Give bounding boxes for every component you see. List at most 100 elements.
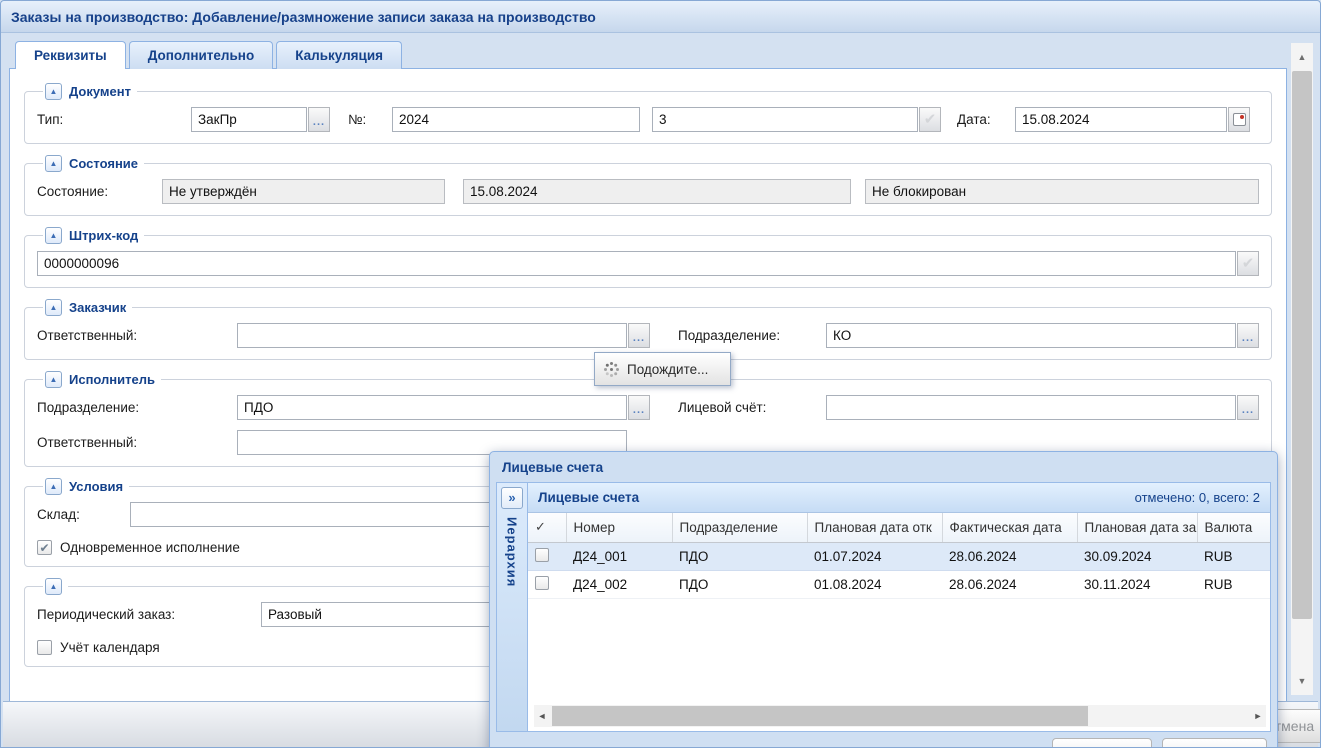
collapse-icon[interactable]: ▲ bbox=[45, 478, 62, 495]
triangle-up-icon: ▲ bbox=[50, 88, 58, 96]
cell-plan-open: 01.07.2024 bbox=[807, 542, 942, 570]
cell-division: ПДО bbox=[672, 570, 807, 598]
customer-responsible-label: Ответственный: bbox=[37, 328, 237, 343]
table-row[interactable]: Д24_002 ПДО 01.08.2024 28.06.2024 30.11.… bbox=[528, 570, 1270, 598]
horizontal-scroll-thumb[interactable] bbox=[552, 706, 1088, 726]
executor-account-input[interactable] bbox=[826, 395, 1236, 420]
cell-division: ПДО bbox=[672, 542, 807, 570]
popup-cancel-button[interactable]: ✖ Отмена bbox=[1162, 738, 1267, 748]
table-header-row: ✓ Номер Подразделение Плановая дата отк … bbox=[528, 513, 1270, 542]
check-icon: ✓ bbox=[535, 519, 546, 534]
doc-type-input[interactable] bbox=[191, 107, 307, 132]
chevron-right-icon: » bbox=[508, 490, 515, 505]
customer-division-lookup-button[interactable]: ... bbox=[1237, 323, 1259, 348]
column-division[interactable]: Подразделение bbox=[672, 513, 807, 542]
state-label: Состояние: bbox=[37, 184, 162, 199]
executor-account-lookup-button[interactable]: ... bbox=[1237, 395, 1259, 420]
group-barcode: ▲ Штрих-код ✔ bbox=[24, 227, 1272, 288]
horizontal-scrollbar[interactable]: ◄ ► bbox=[534, 705, 1266, 727]
state-date-field bbox=[463, 179, 851, 204]
warehouse-label: Склад: bbox=[37, 507, 130, 522]
group-title: Документ bbox=[69, 84, 131, 99]
accounts-window-titlebar: Лицевые счета bbox=[490, 452, 1277, 482]
scroll-left-icon[interactable]: ◄ bbox=[534, 705, 550, 727]
executor-account-label: Лицевой счёт: bbox=[678, 400, 826, 415]
group-title: Заказчик bbox=[69, 300, 126, 315]
doc-date-input[interactable] bbox=[1015, 107, 1227, 132]
cell-plan-open: 01.08.2024 bbox=[807, 570, 942, 598]
customer-responsible-input[interactable] bbox=[237, 323, 627, 348]
vertical-scrollbar[interactable]: ▲ ▼ bbox=[1291, 43, 1313, 695]
group-title: Состояние bbox=[69, 156, 138, 171]
tab-calculation[interactable]: Калькуляция bbox=[276, 41, 402, 69]
executor-division-input[interactable] bbox=[237, 395, 627, 420]
cell-number: Д24_001 bbox=[566, 542, 672, 570]
grid-titlebar: Лицевые счета отмечено: 0, всего: 2 bbox=[528, 483, 1270, 513]
group-document: ▲ Документ Тип: ... №: ✔ Дата: bbox=[24, 83, 1272, 144]
doc-type-lookup-button[interactable]: ... bbox=[308, 107, 330, 132]
accounts-window: Лицевые счета » Иерархия Лицевые счета о… bbox=[489, 451, 1278, 748]
row-checkbox[interactable] bbox=[535, 548, 549, 562]
doc-no-input[interactable] bbox=[392, 107, 640, 132]
column-currency[interactable]: Валюта bbox=[1197, 513, 1270, 542]
scroll-right-icon[interactable]: ► bbox=[1250, 705, 1266, 727]
column-fact-open[interactable]: Фактическая дата bbox=[942, 513, 1077, 542]
wait-text: Подождите... bbox=[627, 362, 708, 377]
accounts-table: ✓ Номер Подразделение Плановая дата отк … bbox=[528, 513, 1270, 599]
triangle-up-icon: ▲ bbox=[50, 483, 58, 491]
doc-no2-confirm-button[interactable]: ✔ bbox=[919, 107, 941, 132]
collapse-icon[interactable]: ▲ bbox=[45, 578, 62, 595]
simultaneous-checkbox[interactable] bbox=[37, 540, 52, 555]
customer-division-input[interactable] bbox=[826, 323, 1236, 348]
group-title: Штрих-код bbox=[69, 228, 138, 243]
collapse-icon[interactable]: ▲ bbox=[45, 227, 62, 244]
barcode-confirm-button[interactable]: ✔ bbox=[1237, 251, 1259, 276]
spinner-icon bbox=[603, 361, 619, 377]
doc-no2-input[interactable] bbox=[652, 107, 918, 132]
group-title: Исполнитель bbox=[69, 372, 155, 387]
accounts-window-body: » Иерархия Лицевые счета отмечено: 0, вс… bbox=[496, 482, 1271, 732]
column-check[interactable]: ✓ bbox=[528, 513, 566, 542]
state-lock-field bbox=[865, 179, 1259, 204]
ellipsis-icon: ... bbox=[1242, 333, 1254, 344]
row-checkbox[interactable] bbox=[535, 576, 549, 590]
group-customer-legend: ▲ Заказчик bbox=[43, 299, 132, 316]
expand-sidebar-button[interactable]: » bbox=[501, 487, 523, 509]
check-icon: ✔ bbox=[1242, 256, 1255, 271]
calendar-checkbox[interactable] bbox=[37, 640, 52, 655]
popup-ok-button[interactable]: ✔ ОК bbox=[1052, 738, 1152, 748]
check-icon: ✔ bbox=[924, 112, 937, 127]
column-number[interactable]: Номер bbox=[566, 513, 672, 542]
barcode-row: ✔ bbox=[37, 251, 1259, 276]
collapse-icon[interactable]: ▲ bbox=[45, 299, 62, 316]
collapse-icon[interactable]: ▲ bbox=[45, 155, 62, 172]
scroll-up-icon[interactable]: ▲ bbox=[1291, 47, 1313, 67]
ellipsis-icon: ... bbox=[1242, 405, 1254, 416]
customer-division-label: Подразделение: bbox=[678, 328, 826, 343]
row-check-cell bbox=[528, 542, 566, 570]
triangle-up-icon: ▲ bbox=[50, 376, 58, 384]
app-window: Заказы на производство: Добавление/размн… bbox=[0, 0, 1321, 748]
window-titlebar: Заказы на производство: Добавление/размн… bbox=[1, 1, 1320, 33]
column-plan-open[interactable]: Плановая дата отк bbox=[807, 513, 942, 542]
table-row[interactable]: Д24_001 ПДО 01.07.2024 28.06.2024 30.09.… bbox=[528, 542, 1270, 570]
group-document-legend: ▲ Документ bbox=[43, 83, 137, 100]
collapse-icon[interactable]: ▲ bbox=[45, 83, 62, 100]
triangle-up-icon: ▲ bbox=[50, 583, 58, 591]
group-conditions-legend: ▲ Условия bbox=[43, 478, 129, 495]
doc-date-picker-button[interactable] bbox=[1228, 107, 1250, 132]
tab-requisites[interactable]: Реквизиты bbox=[15, 41, 126, 69]
calendar-label: Учёт календаря bbox=[60, 640, 160, 655]
collapse-icon[interactable]: ▲ bbox=[45, 371, 62, 388]
accounts-grid: Лицевые счета отмечено: 0, всего: 2 ✓ Но… bbox=[528, 483, 1270, 731]
scroll-down-icon[interactable]: ▼ bbox=[1291, 671, 1313, 691]
ellipsis-icon: ... bbox=[633, 333, 645, 344]
tab-additional[interactable]: Дополнительно bbox=[129, 41, 274, 69]
row-check-cell bbox=[528, 570, 566, 598]
executor-division-lookup-button[interactable]: ... bbox=[628, 395, 650, 420]
customer-responsible-lookup-button[interactable]: ... bbox=[628, 323, 650, 348]
state-approval-field bbox=[162, 179, 445, 204]
barcode-input[interactable] bbox=[37, 251, 1236, 276]
column-plan-close[interactable]: Плановая дата зак bbox=[1077, 513, 1197, 542]
vertical-scroll-thumb[interactable] bbox=[1292, 71, 1312, 619]
